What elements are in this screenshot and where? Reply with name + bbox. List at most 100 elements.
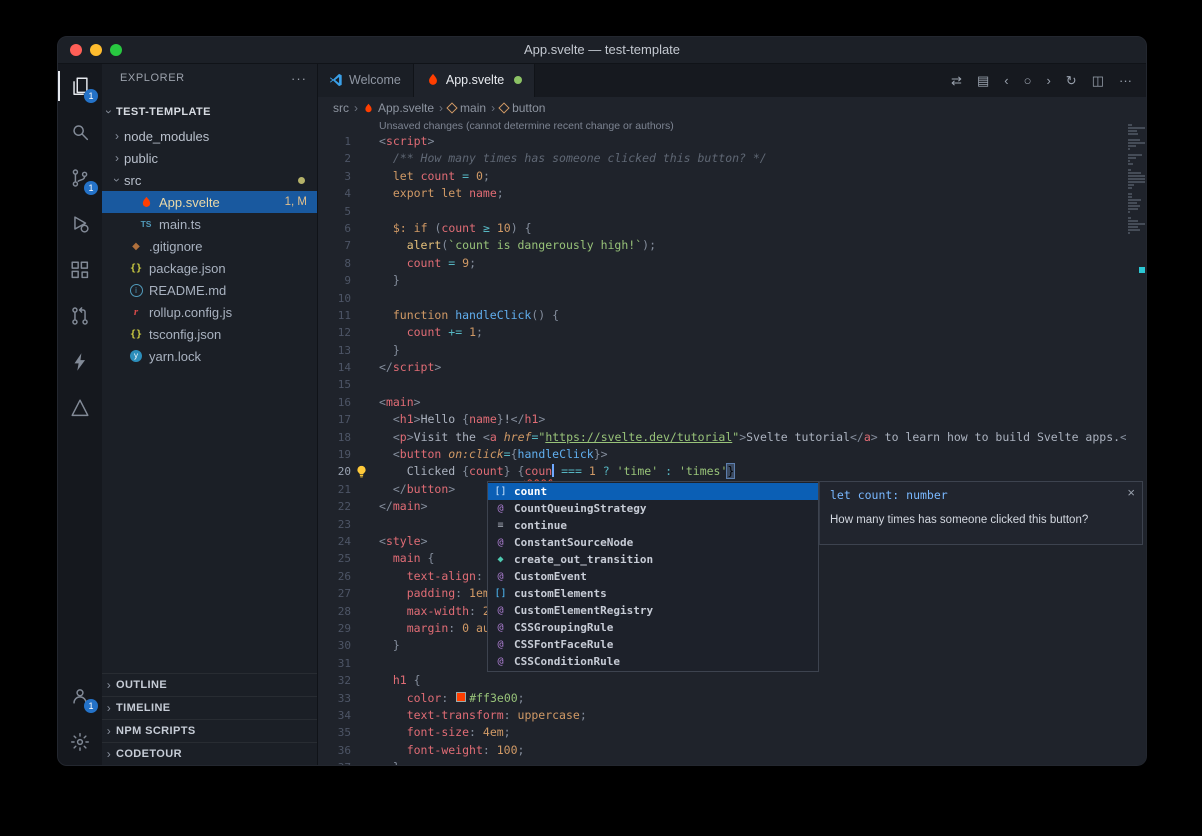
azure-icon xyxy=(69,397,91,419)
suggestion-CountQueuingStrategy[interactable]: @CountQueuingStrategy xyxy=(488,500,818,517)
breadcrumb-separator: › xyxy=(354,101,358,115)
suggestion-description: How many times has someone clicked this … xyxy=(820,502,1142,526)
compare-icon[interactable]: ⇄ xyxy=(951,74,962,87)
history-icon[interactable]: ↻ xyxy=(1066,74,1077,87)
breadcrumb-separator: › xyxy=(491,101,495,115)
tree-item-.gitignore[interactable]: ◆ .gitignore xyxy=(102,235,317,257)
next-change-icon[interactable]: › xyxy=(1046,74,1050,87)
more-icon[interactable]: ··· xyxy=(1119,74,1132,87)
line-gutter: 6 xyxy=(317,220,379,237)
breadcrumb-item-button[interactable]: button xyxy=(500,101,545,115)
activity-bar-bottom: 1 xyxy=(58,673,102,765)
tree-item-tsconfig.json[interactable]: {}tsconfig.json xyxy=(102,323,317,345)
code-text: $: if (count ≥ 10) { xyxy=(379,220,532,237)
chevron-right-icon: › xyxy=(102,678,116,692)
minimap-line xyxy=(1128,127,1145,129)
line-number: 6 xyxy=(317,220,351,237)
activity-github-pr-button[interactable] xyxy=(58,293,102,339)
tab-app-svelte[interactable]: App.svelte xyxy=(414,63,535,97)
activity-settings-button[interactable] xyxy=(58,719,102,765)
activity-explorer-button[interactable]: 1 xyxy=(58,63,102,109)
line-gutter: 5 xyxy=(317,203,379,220)
code-text: font-size: 4em; xyxy=(379,724,511,741)
line-number: 28 xyxy=(317,603,351,620)
chevron-right-icon: › xyxy=(102,724,116,738)
tree-item-main.ts[interactable]: TSmain.ts xyxy=(102,213,317,235)
breadcrumb-item-main[interactable]: main xyxy=(448,101,486,115)
suggestion-count[interactable]: []count xyxy=(488,483,818,500)
suggestion-CustomElementRegistry[interactable]: @CustomElementRegistry xyxy=(488,602,818,619)
chevron-down-icon: › xyxy=(110,173,124,187)
line-gutter: 34 xyxy=(317,707,379,724)
activity-run-debug-button[interactable] xyxy=(58,201,102,247)
tab-welcome[interactable]: Welcome xyxy=(317,63,414,97)
tree-item-rollup.config.js[interactable]: rrollup.config.js xyxy=(102,301,317,323)
minimap-line xyxy=(1128,229,1140,231)
tree-item-label: .gitignore xyxy=(149,239,202,254)
line-number: 15 xyxy=(317,376,351,393)
suggestion-CSSConditionRule[interactable]: @CSSConditionRule xyxy=(488,653,818,670)
symbol-variable-icon: [] xyxy=(493,588,508,599)
panel-codetour[interactable]: ›CODETOUR xyxy=(102,742,317,765)
symbol-icon xyxy=(498,102,509,113)
activity-thunder-client-button[interactable] xyxy=(58,339,102,385)
activity-extensions-button[interactable] xyxy=(58,247,102,293)
close-icon[interactable]: × xyxy=(1127,485,1135,500)
suggestion-customElements[interactable]: []customElements xyxy=(488,585,818,602)
line-number: 33 xyxy=(317,690,351,707)
close-window-button[interactable] xyxy=(70,44,82,56)
minimize-window-button[interactable] xyxy=(90,44,102,56)
tree-item-README.md[interactable]: iREADME.md xyxy=(102,279,317,301)
zoom-window-button[interactable] xyxy=(110,44,122,56)
breadcrumb-label: main xyxy=(460,101,486,115)
breadcrumb-label: src xyxy=(333,101,349,115)
svelte-icon xyxy=(426,73,440,87)
line-gutter: 37 xyxy=(317,759,379,765)
suggestion-ConstantSourceNode[interactable]: @ConstantSourceNode xyxy=(488,534,818,551)
panel-outline[interactable]: ›OUTLINE xyxy=(102,673,317,696)
svelte-icon xyxy=(363,103,374,114)
lightbulb-icon[interactable] xyxy=(355,465,368,478)
breadcrumb-item-src[interactable]: src xyxy=(333,101,349,115)
tree-item-public[interactable]: ›public xyxy=(102,147,317,169)
tree-item-label: main.ts xyxy=(159,217,201,232)
tree-item-label: src xyxy=(124,173,141,188)
tree-item-node_modules[interactable]: ›node_modules xyxy=(102,125,317,147)
tree-item-yarn.lock[interactable]: yyarn.lock xyxy=(102,345,317,367)
activity-source-control-button[interactable]: 1 xyxy=(58,155,102,201)
line-gutter: 33 xyxy=(317,690,379,707)
suggestion-CSSFontFaceRule[interactable]: @CSSFontFaceRule xyxy=(488,636,818,653)
tree-item-package.json[interactable]: {}package.json xyxy=(102,257,317,279)
window-titlebar[interactable]: App.svelte — test-template xyxy=(58,37,1146,64)
workspace-section-header[interactable]: › TEST-TEMPLATE xyxy=(102,101,317,123)
panel-label: NPM SCRIPTS xyxy=(116,725,196,737)
suggestion-CSSGroupingRule[interactable]: @CSSGroupingRule xyxy=(488,619,818,636)
suggestion-label: continue xyxy=(514,519,567,532)
activity-azure-button[interactable] xyxy=(58,385,102,431)
tree-item-src[interactable]: ›src xyxy=(102,169,317,191)
breadcrumb-item-app-svelte[interactable]: App.svelte xyxy=(363,101,434,115)
activity-accounts-button[interactable]: 1 xyxy=(58,673,102,719)
code-text: </script> xyxy=(379,359,441,376)
line-number: 3 xyxy=(317,168,351,185)
suggestion-create_out_transition[interactable]: ◆create_out_transition xyxy=(488,551,818,568)
activity-bar: 1 1 1 xyxy=(58,63,102,765)
minimap-line xyxy=(1128,199,1141,201)
split-editor-icon[interactable]: ◫ xyxy=(1092,74,1104,87)
activity-search-button[interactable] xyxy=(58,109,102,155)
circle-icon[interactable]: ○ xyxy=(1024,74,1032,87)
suggestion-continue[interactable]: ≡continue xyxy=(488,517,818,534)
open-changes-icon[interactable]: ▤ xyxy=(977,74,989,87)
suggestion-CustomEvent[interactable]: @CustomEvent xyxy=(488,568,818,585)
minimap-line xyxy=(1128,175,1145,177)
tree-item-App.svelte[interactable]: App.svelte1, M xyxy=(102,191,317,213)
code-text: } xyxy=(379,342,400,359)
explorer-more-actions-button[interactable]: ··· xyxy=(291,71,307,86)
line-number: 30 xyxy=(317,637,351,654)
panel-npm-scripts[interactable]: ›NPM SCRIPTS xyxy=(102,719,317,742)
code-text: font-weight: 100; xyxy=(379,742,524,759)
prev-change-icon[interactable]: ‹ xyxy=(1004,74,1008,87)
panel-timeline[interactable]: ›TIMELINE xyxy=(102,696,317,719)
git-file-icon: ◆ xyxy=(128,238,144,254)
code-text: padding: 1em; xyxy=(379,585,497,602)
